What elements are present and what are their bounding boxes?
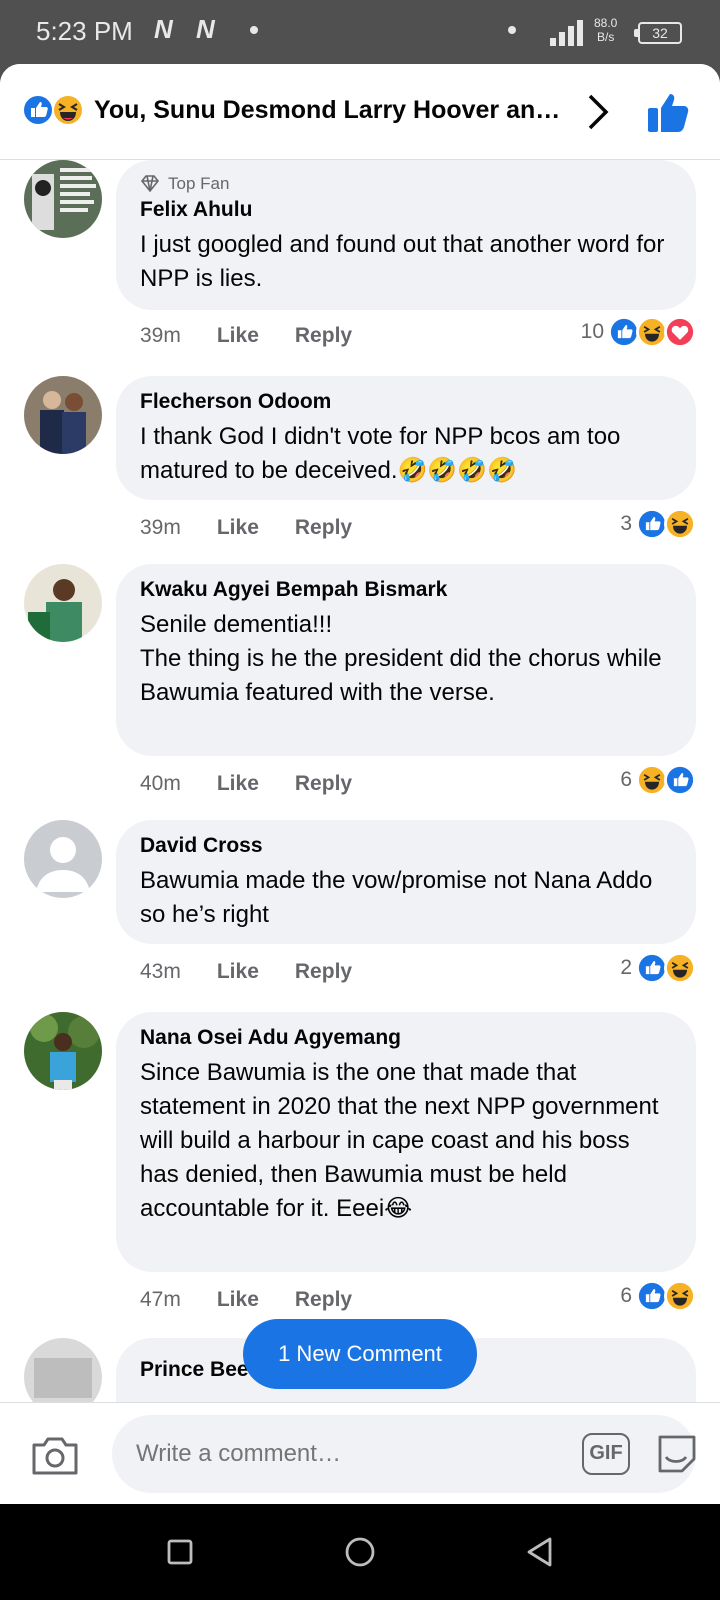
comment-author[interactable]: Nana Osei Adu Agyemang bbox=[140, 1026, 672, 1050]
comment-author[interactable]: Kwaku Agyei Bempah Bismark bbox=[140, 578, 672, 602]
haha-icon bbox=[52, 94, 84, 126]
comments-sheet: You, Sunu Desmond Larry Hoover and other… bbox=[0, 64, 720, 1504]
comments-list: Top Fan Felix Ahulu I just googled and f… bbox=[0, 160, 720, 1466]
avatar[interactable] bbox=[24, 1012, 102, 1090]
reaction-count: 6 bbox=[620, 1284, 632, 1307]
reaction-count: 10 bbox=[580, 320, 604, 343]
comment-composer: GIF bbox=[0, 1402, 720, 1504]
like-button[interactable]: Like bbox=[217, 960, 259, 983]
system-nav-bar bbox=[0, 1504, 720, 1600]
reaction-count: 2 bbox=[620, 956, 632, 979]
diamond-icon bbox=[140, 175, 160, 193]
new-comment-button[interactable]: 1 New Comment bbox=[243, 1319, 477, 1389]
comment-time: 40m bbox=[140, 772, 181, 795]
comment-input[interactable] bbox=[136, 1435, 456, 1473]
back-icon[interactable] bbox=[520, 1532, 560, 1572]
comment-input-box[interactable]: GIF bbox=[112, 1415, 696, 1493]
reply-button[interactable]: Reply bbox=[295, 324, 352, 347]
comment-reactions[interactable]: 6 bbox=[620, 1280, 696, 1312]
status-time: 5:23 PM bbox=[36, 16, 133, 46]
comment-actions: 39m Like Reply bbox=[140, 324, 388, 348]
recent-apps-icon[interactable] bbox=[160, 1532, 200, 1572]
like-button[interactable]: Like bbox=[217, 324, 259, 347]
comment-text: Bawumia made the vow/promise not Nana Ad… bbox=[140, 867, 653, 928]
header-reaction-icons bbox=[22, 94, 84, 126]
reply-button[interactable]: Reply bbox=[295, 1288, 352, 1311]
comment-reactions[interactable]: 6 bbox=[620, 764, 696, 796]
comment-reactions[interactable]: 2 bbox=[620, 952, 696, 984]
reaction-count: 3 bbox=[620, 512, 632, 535]
comment-text: I just googled and found out that anothe… bbox=[140, 231, 665, 292]
comment-text: Senile dementia!!! The thing is he the p… bbox=[140, 611, 662, 706]
top-fan-label: Top Fan bbox=[168, 174, 230, 193]
sticker-icon[interactable] bbox=[652, 1429, 702, 1479]
comment-bubble[interactable]: David Cross Bawumia made the vow/promise… bbox=[116, 820, 696, 944]
chevron-right-icon[interactable] bbox=[584, 92, 612, 132]
comment-author[interactable]: Felix Ahulu bbox=[140, 198, 672, 222]
comment-time: 39m bbox=[140, 324, 181, 347]
comment-time: 43m bbox=[140, 960, 181, 983]
avatar[interactable] bbox=[24, 820, 102, 898]
notification-dot-icon bbox=[508, 26, 516, 34]
gif-button[interactable]: GIF bbox=[582, 1433, 630, 1475]
like-button[interactable]: Like bbox=[217, 516, 259, 539]
comment-actions: 40m Like Reply bbox=[140, 772, 388, 796]
comment-bubble[interactable]: Flecherson Odoom I thank God I didn't vo… bbox=[116, 376, 696, 500]
avatar[interactable] bbox=[24, 160, 102, 238]
camera-icon[interactable] bbox=[30, 1433, 80, 1477]
reaction-count: 6 bbox=[620, 768, 632, 791]
like-button[interactable]: Like bbox=[217, 1288, 259, 1311]
top-fan-badge: Top Fan bbox=[140, 174, 672, 194]
reactions-header[interactable]: You, Sunu Desmond Larry Hoover and other… bbox=[0, 64, 720, 160]
love-icon bbox=[664, 316, 696, 348]
comment-bubble[interactable]: Kwaku Agyei Bempah Bismark Senile dement… bbox=[116, 564, 696, 756]
home-icon[interactable] bbox=[340, 1532, 380, 1572]
reply-button[interactable]: Reply bbox=[295, 960, 352, 983]
comment-actions: 43m Like Reply bbox=[140, 960, 388, 984]
comment-reactions[interactable]: 3 bbox=[620, 508, 696, 540]
haha-icon bbox=[664, 952, 696, 984]
like-icon bbox=[664, 764, 696, 796]
avatar[interactable] bbox=[24, 376, 102, 454]
reply-button[interactable]: Reply bbox=[295, 516, 352, 539]
comment-time: 39m bbox=[140, 516, 181, 539]
haha-icon bbox=[664, 1280, 696, 1312]
comment-bubble[interactable]: Top Fan Felix Ahulu I just googled and f… bbox=[116, 160, 696, 310]
comment-text: Since Bawumia is the one that made that … bbox=[140, 1059, 659, 1222]
default-avatar-icon bbox=[24, 820, 102, 898]
signal-icon bbox=[550, 20, 584, 46]
comment-author[interactable]: Flecherson Odoom bbox=[140, 390, 672, 414]
notification-dot-icon bbox=[250, 26, 258, 34]
network-n-icon: N bbox=[196, 14, 215, 44]
comment-time: 47m bbox=[140, 1288, 181, 1311]
comment-reactions[interactable]: 10 bbox=[581, 316, 696, 348]
like-icon bbox=[22, 94, 54, 126]
comment-author[interactable]: David Cross bbox=[140, 834, 672, 858]
battery-icon: 32 bbox=[634, 22, 682, 44]
status-bar: 5:23 PM N N 88.0 B/s 32 bbox=[0, 0, 720, 64]
comment-actions: 47m Like Reply bbox=[140, 1288, 388, 1312]
comment-text: I thank God I didn't vote for NPP bcos a… bbox=[140, 423, 621, 484]
comment-bubble[interactable]: Nana Osei Adu Agyemang Since Bawumia is … bbox=[116, 1012, 696, 1272]
network-n-icon: N bbox=[154, 14, 173, 44]
thumbs-up-icon[interactable] bbox=[646, 90, 690, 134]
network-speed: 88.0 B/s bbox=[594, 16, 618, 44]
comment-actions: 39m Like Reply bbox=[140, 516, 388, 540]
header-title: You, Sunu Desmond Larry Hoover and other… bbox=[94, 96, 564, 124]
reply-button[interactable]: Reply bbox=[295, 772, 352, 795]
avatar[interactable] bbox=[24, 564, 102, 642]
haha-icon bbox=[664, 508, 696, 540]
like-button[interactable]: Like bbox=[217, 772, 259, 795]
